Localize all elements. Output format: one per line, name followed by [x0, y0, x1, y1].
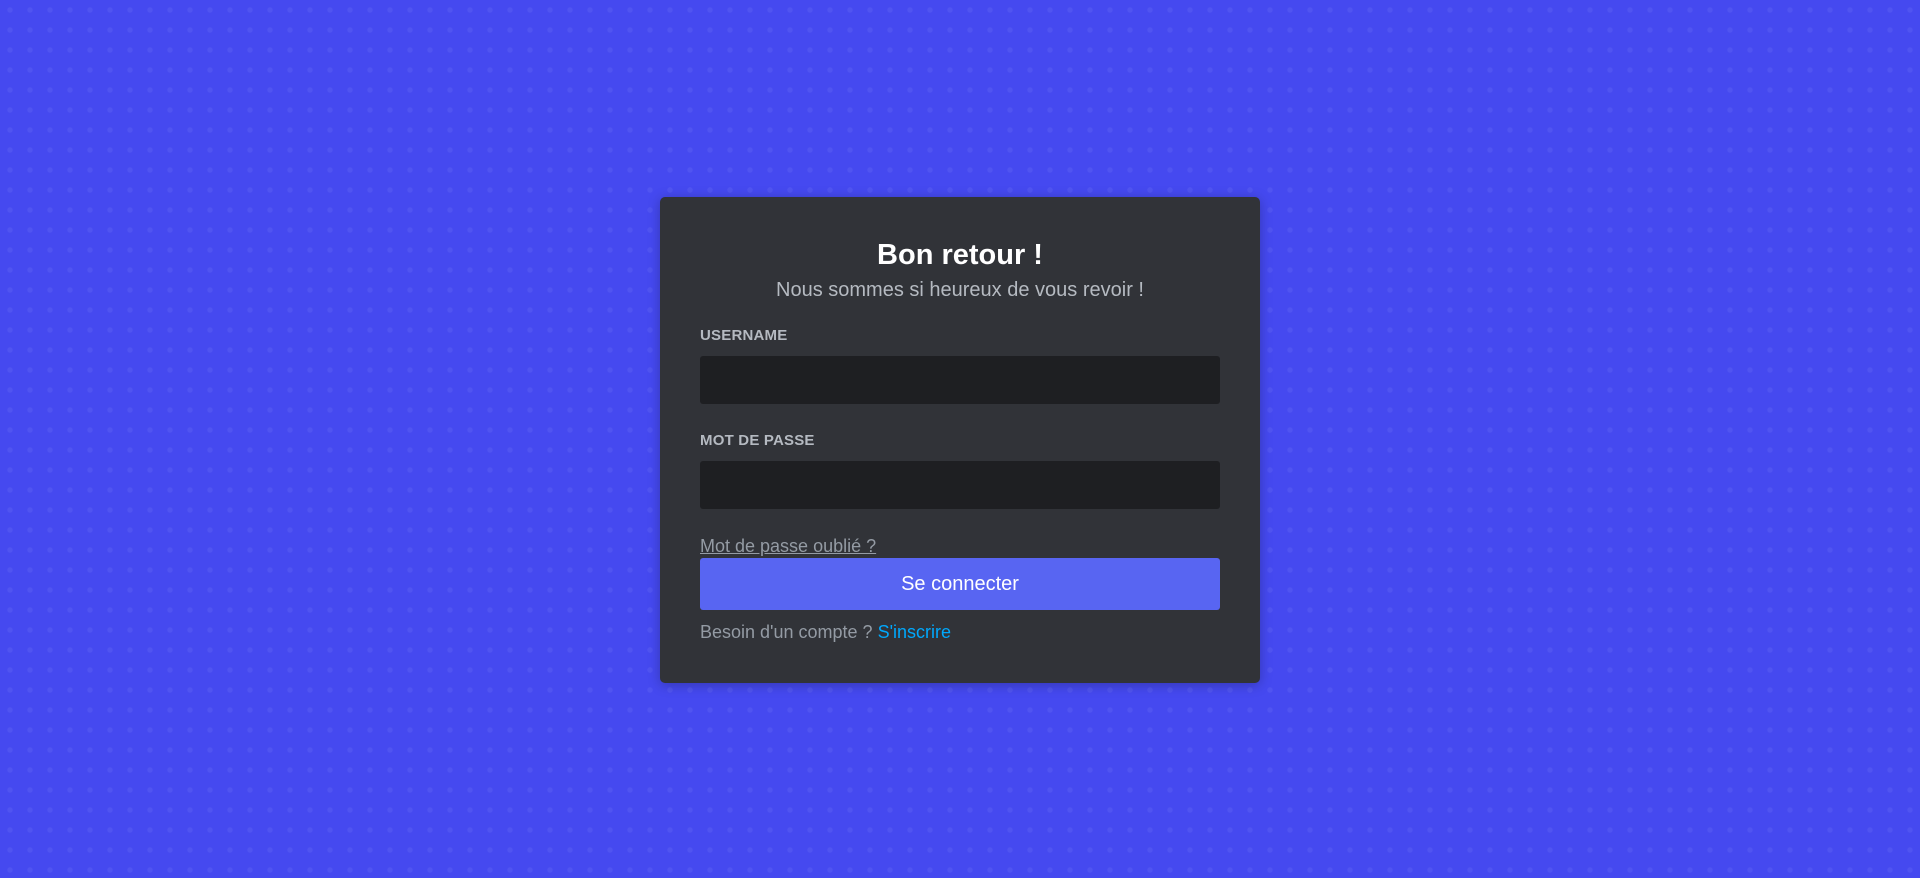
login-title: Bon retour !: [877, 239, 1043, 271]
register-link[interactable]: S'inscrire: [878, 622, 951, 642]
password-input[interactable]: [700, 461, 1220, 509]
login-button[interactable]: Se connecter: [700, 558, 1220, 610]
register-prompt-row: Besoin d'un compte ? S'inscrire: [700, 621, 1220, 643]
login-page: { "login": { "title": "Bon retour !", "s…: [0, 0, 1920, 878]
username-input[interactable]: [700, 356, 1220, 404]
password-label: MOT DE PASSE: [700, 432, 815, 449]
login-subtitle: Nous sommes si heureux de vous revoir !: [776, 279, 1144, 301]
username-label: USERNAME: [700, 327, 788, 344]
forgot-password-link[interactable]: Mot de passe oublié ?: [700, 536, 876, 556]
register-prompt-text: Besoin d'un compte ?: [700, 622, 873, 642]
login-card: Bon retour ! Nous sommes si heureux de v…: [660, 197, 1260, 683]
